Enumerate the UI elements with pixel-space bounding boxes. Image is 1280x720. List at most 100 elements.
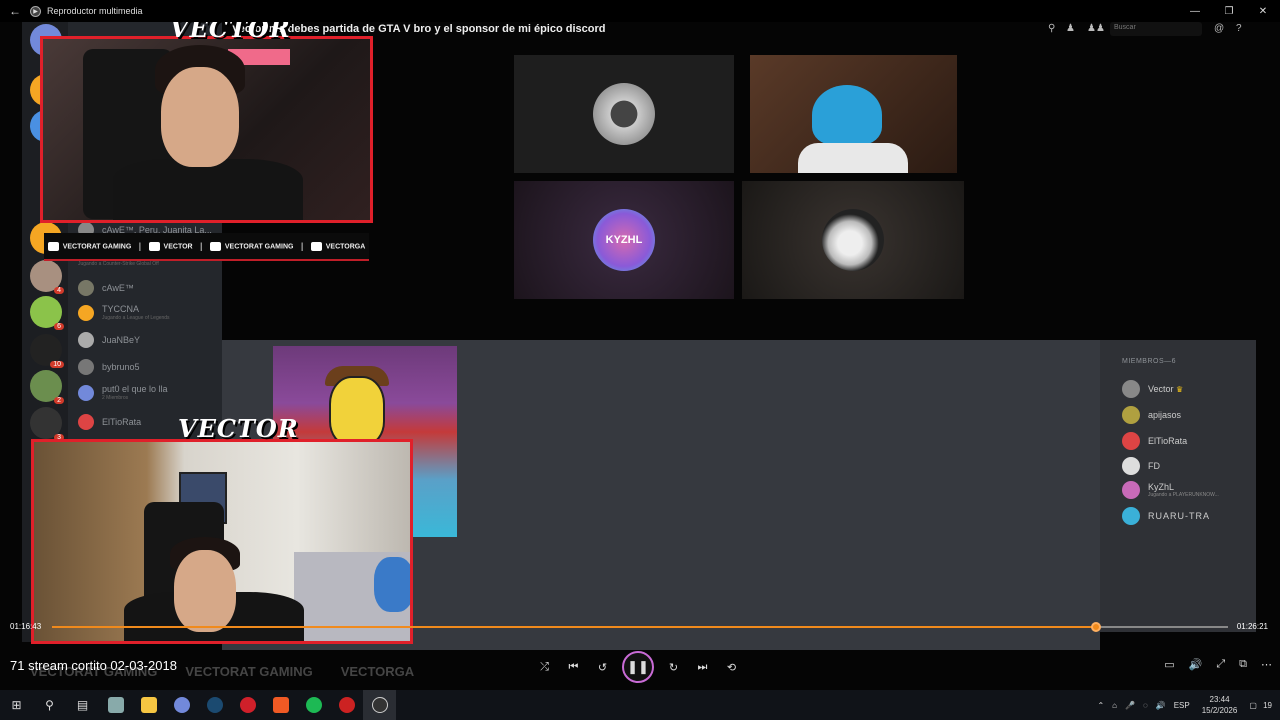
shuffle-icon[interactable]: ⤮ [530,661,559,674]
media-player-app-icon: ▶ [30,5,41,17]
steam-icon[interactable] [198,690,231,720]
cam-label-bottom: VECTOR [178,414,299,443]
task-view-icon[interactable]: ▤ [66,690,99,720]
member-item: RUARU-TRA [1122,507,1210,525]
discord-search: Buscar [1110,22,1202,36]
app-icon-red[interactable] [330,690,363,720]
twitter-icon [209,241,221,251]
opera-icon[interactable] [231,690,264,720]
volume-icon[interactable]: 🔊 [1189,658,1203,671]
unread-badge: 6 [54,323,64,330]
avatar [822,209,884,271]
call-tile: KYZHL [514,181,734,299]
voice-user: JuaNBeY [78,332,140,348]
media-title: 71 stream cortito 02-03-2018 [10,658,177,673]
unread-badge: 4 [54,287,64,294]
call-tile [742,181,964,299]
avatar [1122,457,1140,475]
restore-button[interactable]: ❐ [1212,0,1246,22]
avatar [593,83,655,145]
repeat-icon[interactable]: ⟲ [717,661,746,674]
discord-icon[interactable] [165,690,198,720]
voice-user: put0 el que lo lla 2 Miembros [78,384,168,401]
file-explorer-icon[interactable] [132,690,165,720]
member-item: FD [1122,457,1160,475]
server-icon: 10 [30,334,64,368]
window-controls: — ❐ ✕ [1178,0,1280,22]
streamer-webcam-top [40,36,373,223]
server-icon: 3 [30,407,64,441]
pause-button[interactable]: ❚❚ [622,651,654,683]
back-button[interactable]: ← [0,4,30,18]
minimize-button[interactable]: — [1178,0,1212,22]
unread-badge: 2 [54,397,64,404]
avatar [1122,507,1140,525]
windows-taskbar: ⊞ ⚲ ▤ ⌃ ⌂ 🎤 ◌ 🔊 ESP 23:44 15/2/2026 ▢ 19 [0,690,1280,720]
close-button[interactable]: ✕ [1246,0,1280,22]
clock[interactable]: 23:44 15/2/2026 [1202,694,1238,716]
avatar [78,414,94,430]
instagram-icon [310,241,322,251]
chevron-up-icon[interactable]: ⌃ [1097,701,1104,710]
member-item: apijasos [1122,406,1181,424]
playback-controls: ⤮ ⏮ ↺ ❚❚ ↻ ⏭ ⟲ [530,651,746,683]
system-tray: ⌃ ⌂ 🎤 ◌ 🔊 ESP 23:44 15/2/2026 ▢ 19 [1093,690,1280,720]
wifi-icon[interactable]: ◌ [1143,701,1148,710]
rewind-10-icon[interactable]: ↺ [588,661,617,674]
mention-icon: @ [1214,23,1225,34]
twitter-link: VECTORAT GAMING [209,241,293,251]
total-time: 01:26:21 [1236,622,1268,631]
more-options-icon[interactable]: ⋯ [1261,658,1272,671]
fullscreen-icon[interactable]: ⤢ [1216,658,1225,671]
seek-bar-row: 01:16:43 01:26:21 [0,619,1280,635]
brave-icon[interactable] [264,690,297,720]
avatar [1122,481,1140,499]
seek-bar[interactable] [52,622,1228,632]
notification-count: 19 [1263,700,1272,710]
avatar [1122,380,1140,398]
search-icon[interactable]: ⚲ [33,690,66,720]
mini-player-icon[interactable]: ⧉ [1239,658,1247,671]
avatar [78,280,94,296]
window-title: Reproductor multimedia [47,6,143,16]
cam-label-top: VECTOR [170,22,291,43]
language-indicator[interactable]: ESP [1174,701,1190,710]
voice-user: TYCCNA Jugando a League of Legends [78,304,170,321]
subtitles-icon[interactable]: ▭ [1164,658,1174,671]
spotify-icon[interactable] [297,690,330,720]
crown-icon: ♛ [1176,384,1184,394]
youtube-link: VECTORAT GAMING [47,241,131,251]
pin-icon: ⚲ [1048,23,1056,34]
taskbar-app[interactable] [99,690,132,720]
previous-icon[interactable]: ⏮ [559,661,588,674]
forward-30-icon[interactable]: ↻ [659,661,688,674]
avatar [1122,406,1140,424]
call-tile-webcam [750,55,957,173]
unread-badge: 10 [50,361,64,368]
start-icon[interactable]: ⊞ [0,690,33,720]
server-icon: 2 [30,370,64,404]
seek-bar-thumb[interactable] [1091,622,1102,632]
avatar [78,304,94,321]
microphone-icon[interactable]: 🎤 [1125,701,1135,710]
next-icon[interactable]: ⏭ [688,661,717,674]
avatar [78,384,94,401]
player-right-controls: ▭ 🔊 ⤢ ⧉ ⋯ [1164,658,1272,671]
avatar [78,359,94,375]
member-item: Vector ♛ [1122,380,1183,398]
network-icon[interactable]: ⌂ [1112,701,1117,710]
media-player-taskbar-icon[interactable] [363,690,396,720]
youtube-icon [47,241,59,251]
instagram-link: VECTORGA [310,241,365,251]
webcam-person-shirt [798,143,908,173]
speaker-icon[interactable]: 🔊 [1156,701,1166,710]
voice-user: Jugando a Counter-Strike Global Off [78,261,159,267]
video-frame[interactable]: 4 6 10 2 3 cAwE™, Peru, Juanita La... Ju… [0,22,1280,690]
plush-toy [374,557,410,612]
server-icon: 4 [30,260,64,294]
notification-icon[interactable]: ▢ 19 [1249,701,1276,710]
avatar [1122,432,1140,450]
seek-bar-progress [52,626,1097,628]
voice-user: ElTioRata [78,414,141,430]
members-header: MIEMBROS—6 [1122,358,1177,365]
